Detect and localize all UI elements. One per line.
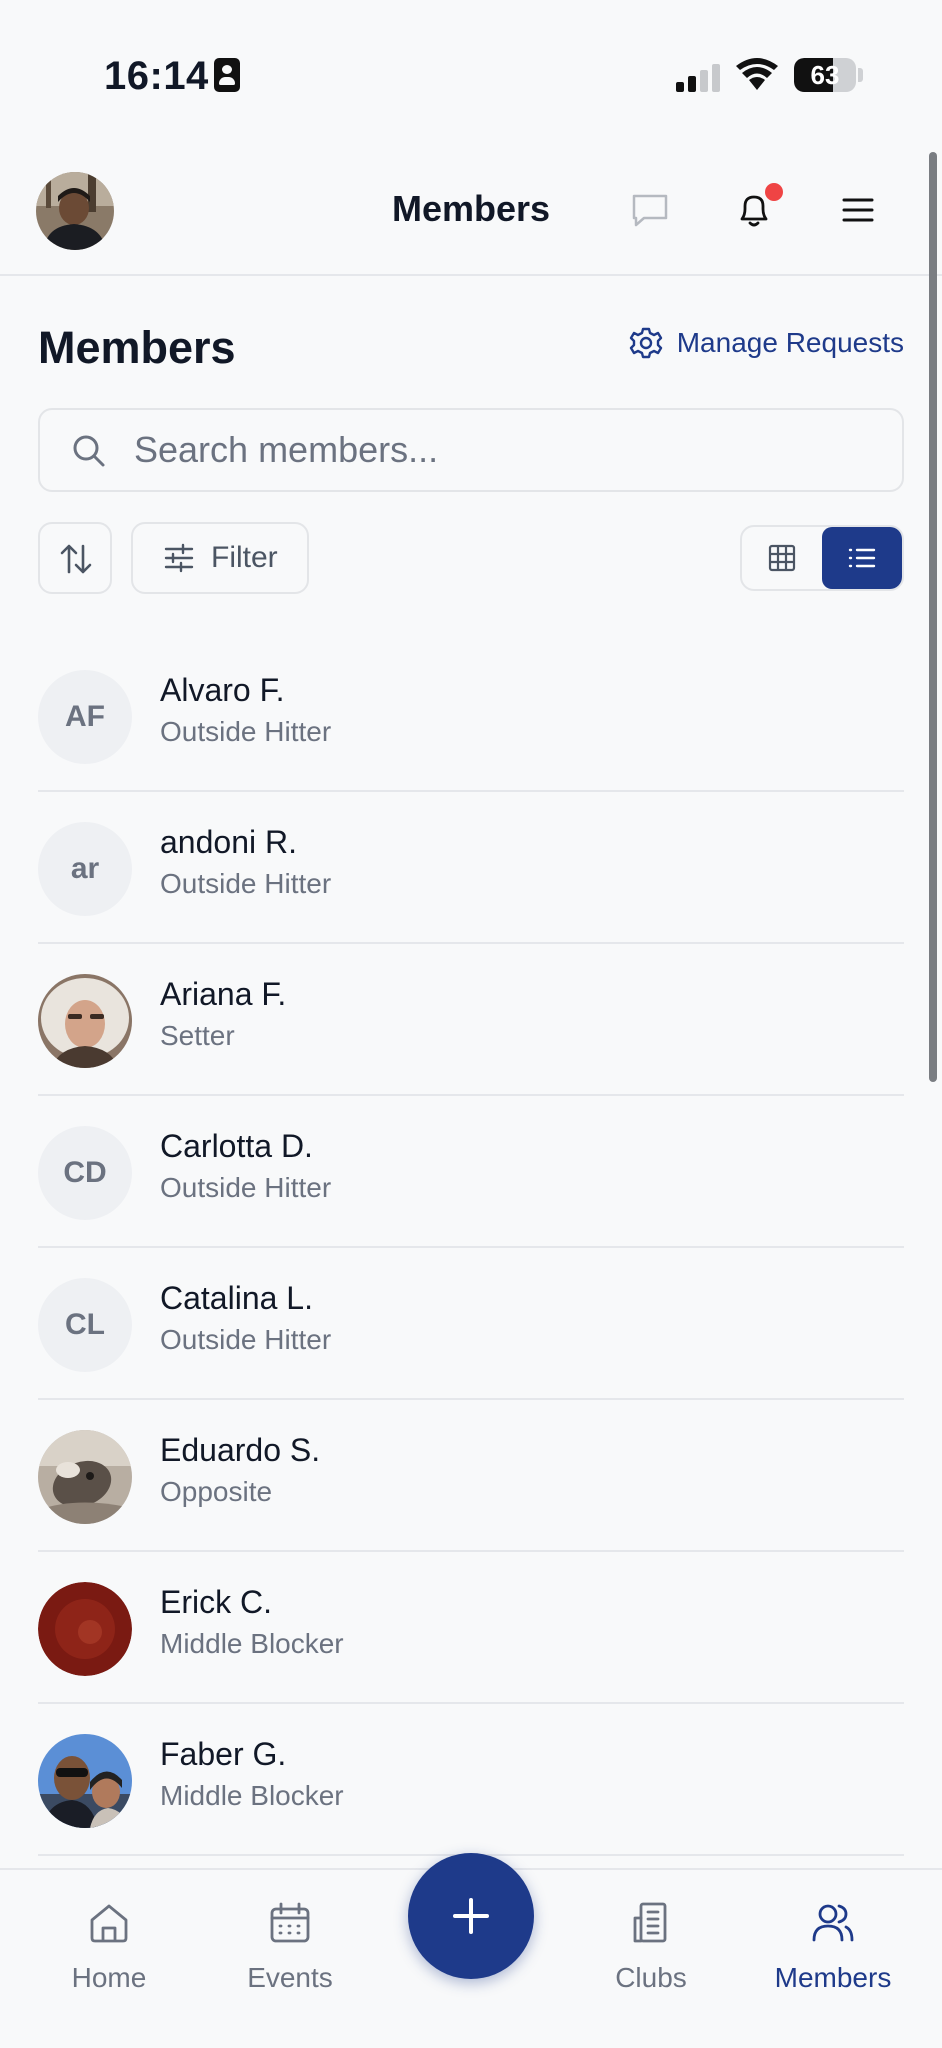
app-header: Members xyxy=(0,150,942,276)
list-icon xyxy=(848,548,876,568)
filter-label: Filter xyxy=(211,541,278,574)
search-input[interactable] xyxy=(134,410,874,490)
grid-view-button[interactable] xyxy=(742,527,822,589)
filter-button[interactable]: Filter xyxy=(131,522,309,594)
member-name: Alvaro F. xyxy=(160,672,285,708)
member-row[interactable]: Erick C. Middle Blocker xyxy=(38,1552,904,1704)
tab-home[interactable]: Home xyxy=(39,1900,179,1994)
member-row[interactable]: Eduardo S. Opposite xyxy=(38,1400,904,1552)
view-toggle xyxy=(740,525,904,591)
member-role: Outside Hitter xyxy=(160,716,332,747)
member-name: andoni R. xyxy=(160,824,297,860)
member-row[interactable]: ar andoni R. Outside Hitter xyxy=(38,792,904,944)
sort-arrows-icon xyxy=(60,544,92,574)
manage-requests-button[interactable]: Manage Requests xyxy=(629,326,904,360)
member-avatar-photo xyxy=(38,1582,132,1676)
plus-icon xyxy=(453,1898,489,1934)
tab-clubs-label: Clubs xyxy=(615,1962,687,1993)
member-row[interactable]: Faber G. Middle Blocker xyxy=(38,1704,904,1856)
member-avatar-initials: ar xyxy=(38,822,132,916)
tab-events[interactable]: Events xyxy=(220,1900,360,1994)
wifi-icon xyxy=(736,58,778,90)
search-icon xyxy=(73,435,105,467)
member-name: Erick C. xyxy=(160,1584,272,1620)
status-time: 16:14 xyxy=(104,54,209,98)
notification-badge xyxy=(765,183,783,201)
users-icon xyxy=(812,1904,854,1942)
member-role: Outside Hitter xyxy=(160,1172,332,1203)
member-list: AF Alvaro F. Outside Hitter ar andoni R.… xyxy=(38,640,904,1856)
cellular-signal-icon xyxy=(676,62,720,92)
member-avatar-initials: CL xyxy=(38,1278,132,1372)
battery-percent: 63 xyxy=(810,60,840,90)
member-role: Setter xyxy=(160,1020,235,1051)
building-icon xyxy=(633,1902,667,1943)
member-avatar-photo xyxy=(38,974,132,1068)
search-bar xyxy=(38,408,904,492)
menu-icon[interactable] xyxy=(836,188,880,232)
member-row[interactable]: Ariana F. Setter xyxy=(38,944,904,1096)
member-name: Carlotta D. xyxy=(160,1128,313,1164)
member-role: Opposite xyxy=(160,1476,273,1507)
member-avatar-initials: AF xyxy=(38,670,132,764)
member-row[interactable]: CD Carlotta D. Outside Hitter xyxy=(38,1096,904,1248)
member-role: Middle Blocker xyxy=(160,1780,344,1811)
tab-home-label: Home xyxy=(71,1962,147,1993)
status-bar: 16:14 63 xyxy=(0,0,942,150)
member-name: Eduardo S. xyxy=(160,1432,321,1468)
contact-card-icon xyxy=(214,58,240,92)
manage-requests-label: Manage Requests xyxy=(676,327,904,358)
tab-members-label: Members xyxy=(774,1962,892,1993)
battery-icon: 63 xyxy=(794,58,856,92)
gear-icon xyxy=(629,327,662,359)
member-name: Ariana F. xyxy=(160,976,287,1012)
member-role: Middle Blocker xyxy=(160,1628,344,1659)
tab-members[interactable]: Members xyxy=(763,1900,903,1994)
member-avatar-initials: CD xyxy=(38,1126,132,1220)
battery-tip xyxy=(858,68,863,82)
grid-icon xyxy=(768,544,796,572)
member-avatar-photo xyxy=(38,1430,132,1524)
sort-button[interactable] xyxy=(38,522,112,594)
add-button[interactable] xyxy=(408,1853,534,1979)
member-role: Outside Hitter xyxy=(160,1324,332,1355)
page-title: Members xyxy=(38,322,236,373)
member-name: Catalina L. xyxy=(160,1280,313,1316)
sliders-icon xyxy=(164,543,194,573)
member-row[interactable]: CL Catalina L. Outside Hitter xyxy=(38,1248,904,1400)
member-avatar-photo xyxy=(38,1734,132,1828)
member-name: Faber G. xyxy=(160,1736,287,1772)
scrollbar[interactable] xyxy=(929,152,937,1082)
home-icon xyxy=(90,1904,128,1943)
list-view-button[interactable] xyxy=(822,527,902,589)
header-title: Members xyxy=(391,188,551,229)
member-role: Outside Hitter xyxy=(160,868,332,899)
calendar-icon xyxy=(270,1902,310,1943)
tab-events-label: Events xyxy=(247,1962,333,1993)
tab-clubs[interactable]: Clubs xyxy=(581,1900,721,1994)
chat-icon[interactable] xyxy=(628,188,672,232)
member-row[interactable]: AF Alvaro F. Outside Hitter xyxy=(38,640,904,792)
